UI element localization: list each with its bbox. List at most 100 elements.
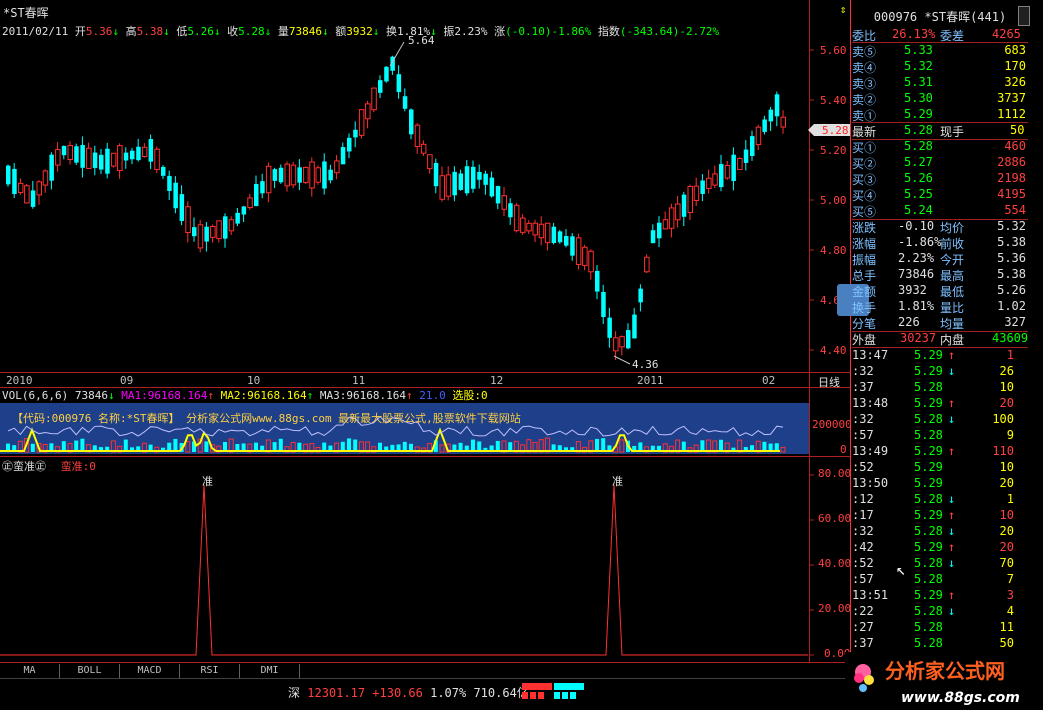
tick-row: 13:49 5.29 ↑ 110 [852,444,1028,460]
candle [762,119,767,132]
candle [724,164,731,179]
waipan-label: 外盘 [852,333,877,347]
kline-chart-area[interactable] [0,0,850,678]
tick-row: :32 5.28 ↓ 20 [852,524,1028,540]
tick-row: 13:50 5.29 20 [852,476,1028,492]
tick-price: 5.28 [914,620,943,634]
price-axis-label: 5.00 [820,194,847,207]
tick-row: :57 5.28 9 [852,428,1028,444]
weibi-row: 委比 26.13% 委差 4265 [852,27,1028,43]
ind-axis-label: 20.00 [818,602,852,615]
last-price-row: 最新 5.28 现手 50 [852,123,1028,139]
candle [452,171,457,196]
candle [607,317,612,338]
candle [750,136,755,157]
tick-volume: 10 [999,460,1014,474]
stat-value: 1.02 [997,299,1026,313]
tick-time: 13:48 [852,396,889,410]
candle [774,94,780,117]
candle [662,219,669,230]
bid-row: 买⑤ 5.24 554 [852,203,1028,219]
tab-ma[interactable]: MA [0,664,60,678]
tab-macd[interactable]: MACD [120,664,180,678]
tick-volume: 7 [1006,572,1014,586]
tab-boll[interactable]: BOLL [60,664,120,678]
candle [396,74,402,93]
info-close: 5.28 [238,25,265,38]
candle [260,181,265,194]
scroll-handle[interactable] [1018,6,1030,26]
ask-price: 5.29 [904,107,933,121]
time-axis-label: 10 [247,374,261,387]
price-axis-label: 5.40 [820,94,847,107]
indicator-peak-label: 准 [612,475,623,488]
quote-header: 000976 *ST春晖(441) [850,8,1030,26]
site-watermark-logo: 分析家公式网 www.88gs.com [845,652,1043,710]
stat-label: 今开 [940,253,965,267]
tick-row: :42 5.29 ↑ 20 [852,540,1028,556]
stat-row: 换手 1.81% 量比 1.02 [852,299,1028,315]
resize-icon[interactable]: ⇕ [836,0,850,20]
candle [148,139,154,162]
stat-label: 最高 [940,269,965,283]
tab-rsi[interactable]: RSI [180,664,240,678]
candle [105,148,110,174]
tab-dmi[interactable]: DMI [240,664,300,678]
stat-value: 3932 [898,283,927,297]
tick-price: 5.29 [914,540,943,554]
bid-row: 买② 5.27 2886 [852,155,1028,171]
price-axis-label: 5.20 [820,144,847,157]
tick-price: 5.28 [914,412,943,426]
candle [12,168,17,194]
ind-axis-label: 80.00 [818,467,852,480]
tick-row: :52 5.29 10 [852,460,1028,476]
candle [290,164,297,186]
candle [489,177,495,197]
candle [409,109,414,135]
time-axis-label: 12 [490,374,504,387]
candle [564,236,569,246]
time-axis-label: 09 [120,374,134,387]
ask-label: 卖⑤ [852,45,877,59]
ask-row: 卖① 5.29 1112 [852,107,1028,123]
stat-label: 换手 [852,301,877,315]
candle [42,170,49,186]
indicator-legend: ㊣蛮准㊣ 蛮准:0 [0,458,810,473]
waipan-row: 外盘 30237 内盘 43609 [852,331,1028,347]
info-open: 5.36 [85,25,113,38]
candle [358,109,365,136]
ask-volume: 3737 [997,91,1026,105]
down-arrow-icon: ↓ [213,25,221,38]
tick-price: 5.28 [914,604,943,618]
watermark-url: www.88gs.com [901,690,1020,706]
candle [241,206,247,215]
down-arrow-icon: ↓ [163,25,170,38]
candle [445,174,452,197]
candle [247,197,253,209]
candle [414,124,421,148]
quote-code: 000976 [873,10,918,24]
stat-value: 73846 [898,267,935,281]
info-turnover-label: 换 [385,25,397,38]
candle [458,173,464,190]
candle [36,181,42,196]
tick-time: :42 [852,540,874,554]
candle [495,186,501,204]
info-change: (-0.10)-1.86% [505,25,592,38]
bid-label: 买① [852,141,877,155]
stat-row: 分笔 226 均量 327 [852,315,1028,331]
candle [402,96,408,109]
candle [668,207,675,229]
ask-row: 卖② 5.30 3737 [852,91,1028,107]
candle [254,183,259,207]
stat-value: 327 [1004,315,1026,329]
candle [228,219,235,232]
quote-rank: (441) [970,10,1007,24]
tick-row: :32 5.29 ↓ 26 [852,364,1028,380]
info-vol-label: 量 [277,25,289,38]
ask-row: 卖③ 5.31 326 [852,75,1028,91]
candle [303,166,309,184]
tick-row: :37 5.28 50 [852,636,1028,652]
tick-direction-icon: ↓ [948,604,956,618]
period-label[interactable]: 日线 [818,374,840,390]
